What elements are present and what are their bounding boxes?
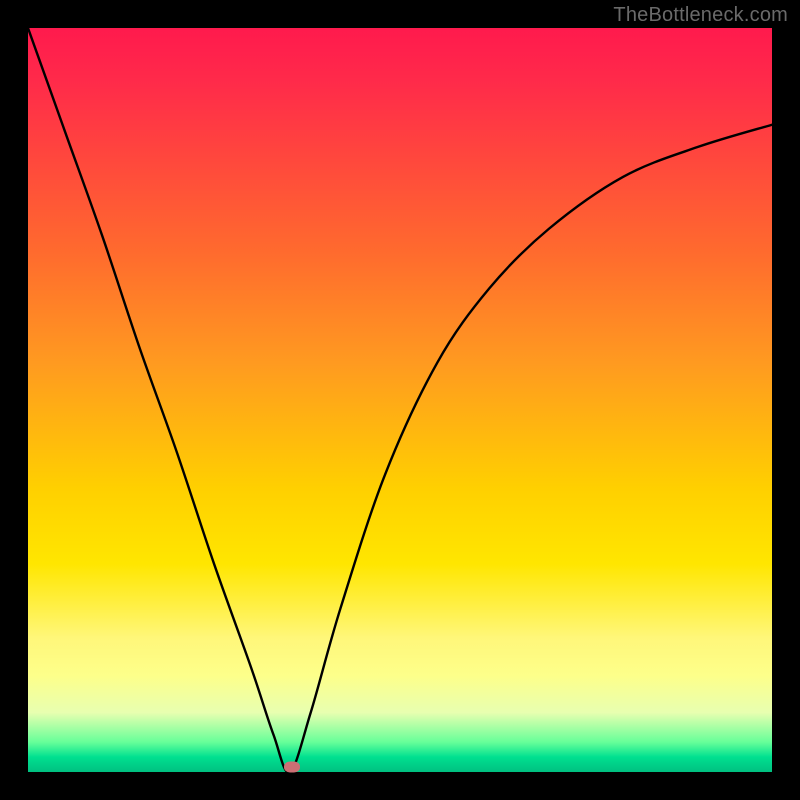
plot-area xyxy=(28,28,772,772)
watermark-text: TheBottleneck.com xyxy=(613,4,788,27)
curve-line xyxy=(28,28,772,772)
min-marker xyxy=(284,761,300,772)
chart-frame: TheBottleneck.com xyxy=(0,0,800,800)
